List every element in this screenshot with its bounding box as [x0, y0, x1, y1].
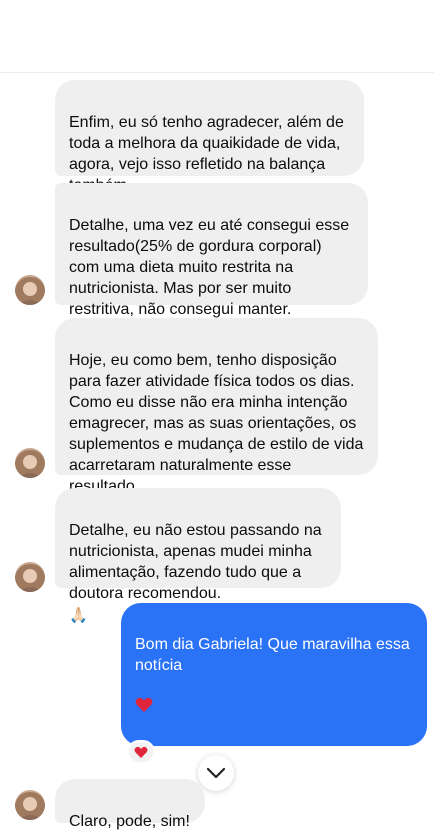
message-text: Detalhe, eu não estou passando na nutric…	[69, 522, 322, 602]
avatar[interactable]	[15, 448, 45, 478]
chevron-down-icon	[206, 767, 226, 779]
outgoing-message[interactable]: Bom dia Gabriela! Que maravilha essa not…	[121, 603, 427, 822]
incoming-message-1[interactable]: Enfim, eu só tenho agradecer, além de to…	[55, 80, 364, 194]
incoming-message-3[interactable]: Hoje, eu como bem, tenho disposição para…	[55, 318, 378, 495]
message-text: Detalhe, uma vez eu até consegui esse re…	[69, 217, 350, 318]
message-text: Claro, pode, sim!	[69, 813, 190, 830]
scroll-to-bottom-button[interactable]	[198, 755, 234, 791]
message-text: Enfim, eu só tenho agradecer, além de to…	[69, 114, 344, 194]
heart-icon	[134, 746, 148, 758]
heart-reaction[interactable]	[127, 740, 155, 764]
heart-icon	[135, 676, 153, 719]
incoming-message-2[interactable]: Detalhe, uma vez eu até consegui esse re…	[55, 183, 368, 318]
chat-header	[0, 0, 434, 73]
avatar-photo-icon	[15, 562, 45, 592]
avatar[interactable]	[15, 562, 45, 592]
avatar-photo-icon	[15, 790, 45, 820]
message-text: Hoje, eu como bem, tenho disposição para…	[69, 352, 364, 495]
avatar[interactable]	[15, 275, 45, 305]
avatar-photo-icon	[15, 448, 45, 478]
incoming-message-5[interactable]: Claro, pode, sim!	[55, 779, 205, 830]
incoming-message-4[interactable]: Detalhe, eu não estou passando na nutric…	[55, 488, 341, 624]
folded-hands-emoji: 🙏🏻	[69, 607, 88, 624]
avatar-photo-icon	[15, 275, 45, 305]
avatar[interactable]	[15, 790, 45, 820]
message-text: Bom dia Gabriela! Que maravilha essa not…	[135, 636, 410, 674]
